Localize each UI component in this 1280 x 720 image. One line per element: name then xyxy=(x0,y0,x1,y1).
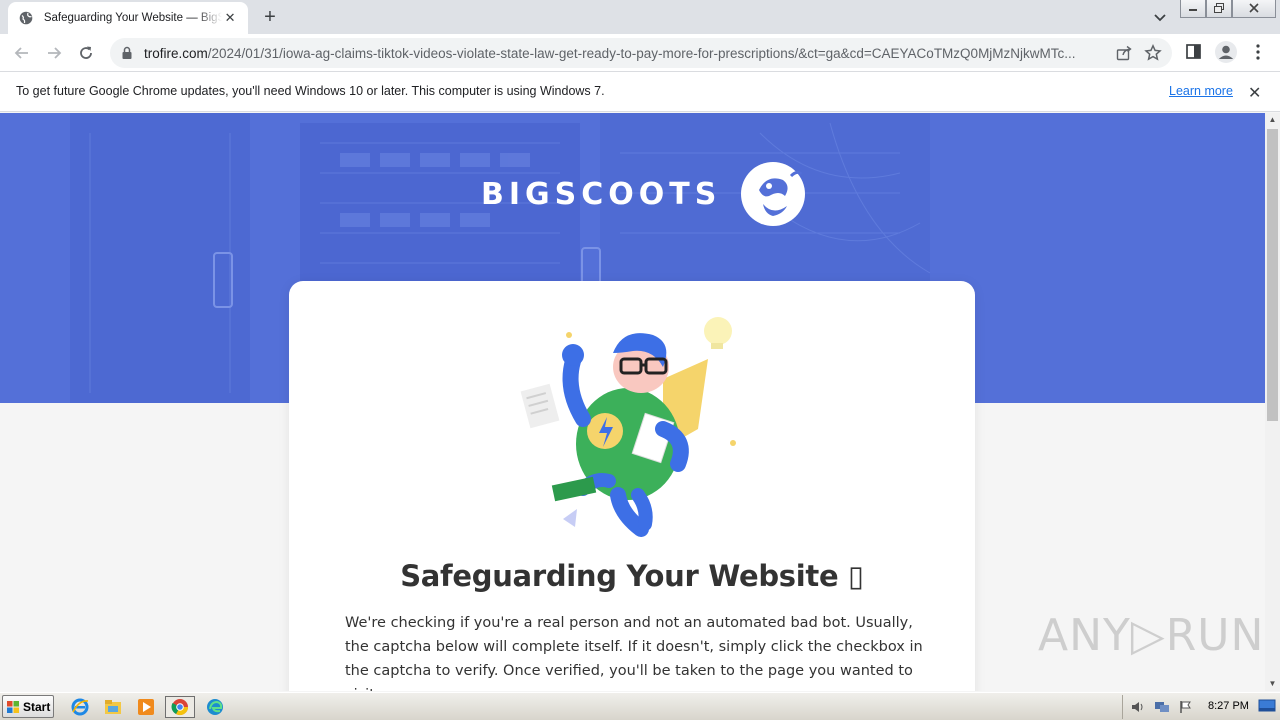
bigscoots-brand: BIGSCOOTS xyxy=(481,160,807,228)
bookmark-star-icon[interactable] xyxy=(1144,43,1162,67)
page-viewport: BIGSCOOTS Safeguarding Your Website ▯ We… xyxy=(0,113,1265,691)
taskbar-clock: 8:27 PM xyxy=(1208,700,1249,712)
tab-close-icon[interactable]: ✕ xyxy=(222,10,238,26)
verification-card: Safeguarding Your Website ▯ We're checki… xyxy=(289,281,975,691)
window-close-icon[interactable] xyxy=(1232,0,1276,18)
system-tray xyxy=(1122,695,1201,719)
url-host: trofire.com xyxy=(144,45,208,61)
action-center-flag-icon[interactable] xyxy=(1177,699,1195,715)
kebab-menu-icon[interactable] xyxy=(1250,42,1266,67)
windows-taskbar: Start 8:27 PM xyxy=(0,692,1280,720)
side-panel-icon[interactable] xyxy=(1185,42,1203,67)
forward-arrow-icon[interactable] xyxy=(44,43,64,63)
page-description: We're checking if you're a real person a… xyxy=(345,615,923,691)
back-arrow-icon[interactable] xyxy=(12,43,32,63)
chrome-taskbar-icon[interactable] xyxy=(165,696,195,718)
tab-search-icon[interactable] xyxy=(1150,8,1170,26)
internet-explorer-icon[interactable] xyxy=(68,696,92,718)
browser-tab[interactable]: Safeguarding Your Website — BigScoots ✕ xyxy=(8,2,248,34)
infobar-message: To get future Google Chrome updates, you… xyxy=(16,84,605,98)
media-player-icon[interactable] xyxy=(134,696,158,718)
globe-icon xyxy=(18,10,34,26)
restore-icon[interactable] xyxy=(1206,0,1232,18)
bigscoots-logo-icon xyxy=(741,162,806,226)
edge-icon[interactable] xyxy=(203,696,227,718)
superhero-mascot-illustration xyxy=(520,317,736,537)
minimize-icon[interactable] xyxy=(1180,0,1206,18)
reload-icon[interactable] xyxy=(76,43,96,63)
scroll-up-arrow-icon[interactable]: ▲ xyxy=(1265,113,1280,127)
url-path: /2024/01/31/iowa-ag-claims-tiktok-videos… xyxy=(207,45,1076,61)
url-text: trofire.com/2024/01/31/iowa-ag-claims-ti… xyxy=(144,46,1109,61)
new-tab-button[interactable]: + xyxy=(258,6,282,28)
infobar-close-icon[interactable]: ✕ xyxy=(1248,83,1261,103)
volume-icon[interactable] xyxy=(1129,699,1147,715)
tab-strip: Safeguarding Your Website — BigScoots ✕ … xyxy=(0,0,1280,34)
scroll-thumb[interactable] xyxy=(1267,129,1278,421)
start-button[interactable]: Start xyxy=(2,695,54,718)
update-infobar: To get future Google Chrome updates, you… xyxy=(0,72,1280,112)
network-icon[interactable] xyxy=(1153,699,1171,715)
brand-name: BIGSCOOTS xyxy=(481,176,722,212)
start-label: Start xyxy=(23,699,51,714)
page-heading: Safeguarding Your Website ▯ xyxy=(400,559,864,593)
page-scrollbar[interactable]: ▲ ▼ xyxy=(1265,113,1280,691)
window-controls xyxy=(1180,0,1276,18)
lock-icon xyxy=(122,46,132,59)
address-bar[interactable]: trofire.com/2024/01/31/iowa-ag-claims-ti… xyxy=(110,38,1172,68)
scroll-down-arrow-icon[interactable]: ▼ xyxy=(1265,677,1280,691)
anyrun-watermark: ANY▷RUN xyxy=(1038,610,1265,661)
profile-icon[interactable] xyxy=(1214,40,1238,69)
browser-toolbar: trofire.com/2024/01/31/iowa-ag-claims-ti… xyxy=(0,34,1280,72)
learn-more-link[interactable]: Learn more xyxy=(1169,84,1233,98)
file-explorer-icon[interactable] xyxy=(101,696,125,718)
windows-flag-icon xyxy=(7,700,19,713)
share-icon[interactable] xyxy=(1116,45,1132,66)
tab-title: Safeguarding Your Website — BigScoots xyxy=(43,12,223,24)
show-desktop-icon[interactable] xyxy=(1258,698,1276,714)
